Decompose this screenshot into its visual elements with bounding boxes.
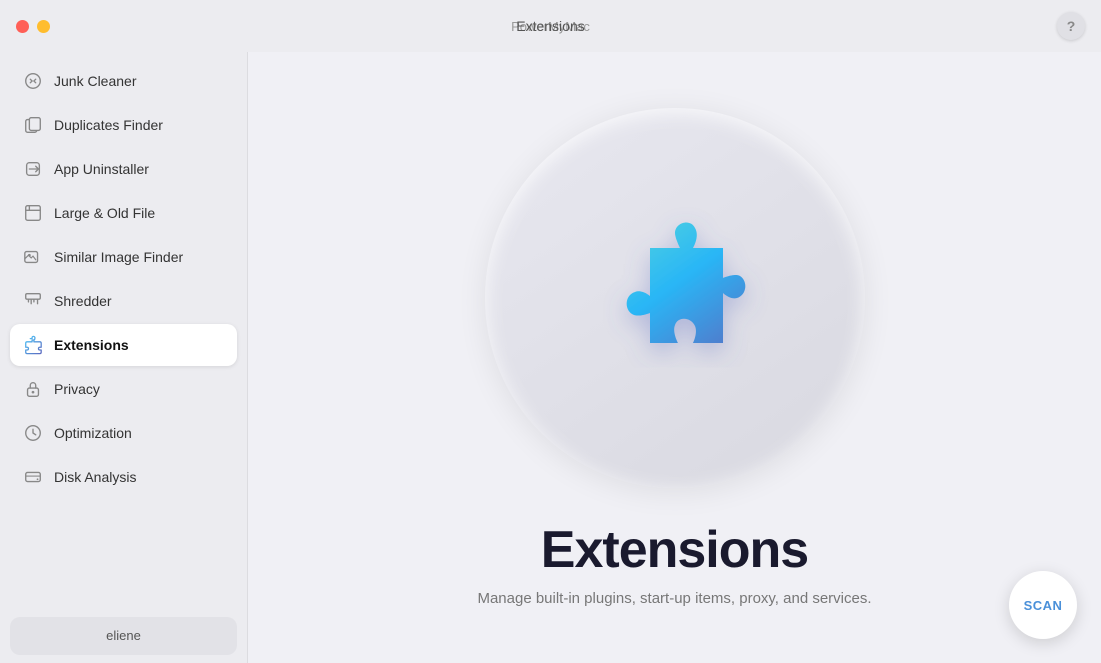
sidebar-item-label: Privacy — [54, 381, 100, 397]
sidebar-item-optimization[interactable]: Optimization — [10, 412, 237, 454]
sidebar-item-shredder[interactable]: Shredder — [10, 280, 237, 322]
sidebar-item-app-uninstaller[interactable]: App Uninstaller — [10, 148, 237, 190]
close-button[interactable] — [16, 20, 29, 33]
shredder-icon — [22, 290, 44, 312]
content-area: Extensions Manage built-in plugins, star… — [248, 52, 1101, 663]
uninstaller-icon — [22, 158, 44, 180]
scan-button[interactable]: SCAN — [1009, 571, 1077, 639]
duplicates-icon — [22, 114, 44, 136]
content-title: Extensions — [541, 520, 808, 580]
minimize-button[interactable] — [37, 20, 50, 33]
hero-circle — [485, 108, 865, 488]
extensions-icon — [22, 334, 44, 356]
large-file-icon — [22, 202, 44, 224]
sidebar-item-junk-cleaner[interactable]: Junk Cleaner — [10, 60, 237, 102]
traffic-lights — [16, 20, 50, 33]
sidebar-items: Junk Cleaner Duplicates Finder — [10, 60, 237, 609]
sidebar-item-label: Disk Analysis — [54, 469, 136, 485]
sidebar-item-label: Shredder — [54, 293, 112, 309]
junk-icon — [22, 70, 44, 92]
sidebar-item-label: Duplicates Finder — [54, 117, 163, 133]
sidebar-item-label: Optimization — [54, 425, 132, 441]
sidebar-item-label: Extensions — [54, 337, 129, 353]
optimization-icon — [22, 422, 44, 444]
help-button[interactable]: ? — [1057, 12, 1085, 40]
sidebar-item-disk-analysis[interactable]: Disk Analysis — [10, 456, 237, 498]
sidebar-item-label: Large & Old File — [54, 205, 155, 221]
main-layout: Junk Cleaner Duplicates Finder — [0, 52, 1101, 663]
sidebar-user[interactable]: eliene — [10, 617, 237, 655]
sidebar: Junk Cleaner Duplicates Finder — [0, 52, 248, 663]
sidebar-item-similar-image-finder[interactable]: Similar Image Finder — [10, 236, 237, 278]
puzzle-icon-container — [575, 198, 775, 398]
header-title: Extensions — [516, 18, 584, 34]
puzzle-icon — [575, 198, 775, 398]
sidebar-item-label: App Uninstaller — [54, 161, 149, 177]
titlebar: PowerMyMac Extensions ? — [0, 0, 1101, 52]
content-subtitle: Manage built-in plugins, start-up items,… — [477, 590, 871, 607]
sidebar-item-label: Similar Image Finder — [54, 249, 183, 265]
user-name: eliene — [106, 628, 141, 643]
sidebar-item-large-old-file[interactable]: Large & Old File — [10, 192, 237, 234]
disk-icon — [22, 466, 44, 488]
sidebar-item-extensions[interactable]: Extensions — [10, 324, 237, 366]
scan-label: SCAN — [1024, 598, 1063, 613]
sidebar-item-privacy[interactable]: Privacy — [10, 368, 237, 410]
image-icon — [22, 246, 44, 268]
privacy-icon — [22, 378, 44, 400]
sidebar-item-duplicates-finder[interactable]: Duplicates Finder — [10, 104, 237, 146]
sidebar-item-label: Junk Cleaner — [54, 73, 137, 89]
